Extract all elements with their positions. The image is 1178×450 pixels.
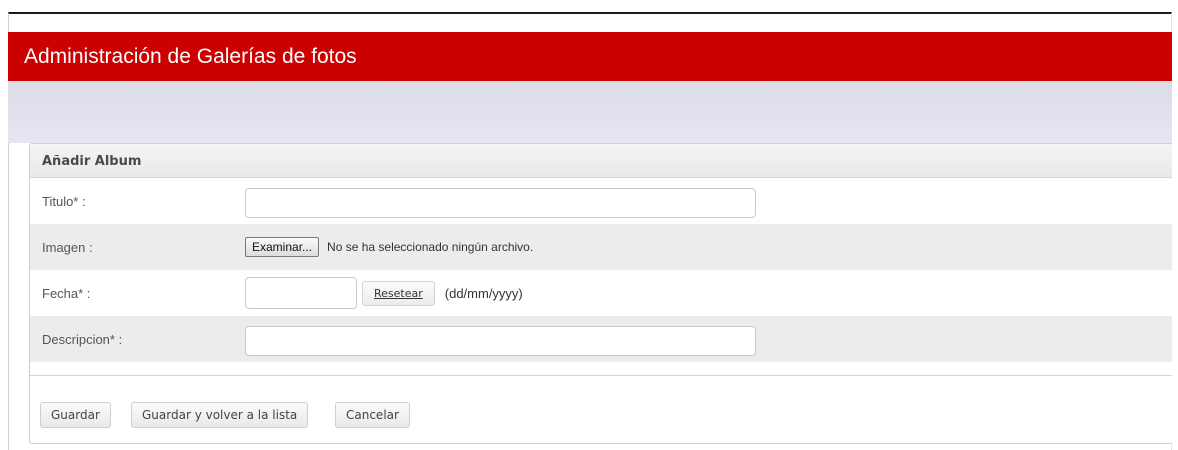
reset-date-button[interactable]: Resetear (362, 280, 435, 306)
descripcion-input[interactable] (245, 326, 756, 356)
cancel-button[interactable]: Cancelar (335, 402, 410, 428)
fecha-row: Fecha* : Resetear (dd/mm/yyyy) (30, 270, 1172, 316)
panel-header: Añadir Album (30, 144, 1172, 178)
page-title: Administración de Galerías de fotos (8, 32, 1172, 81)
titulo-row: Titulo* : (30, 178, 1172, 224)
descripcion-label: Descripcion* : (42, 331, 123, 347)
save-and-return-button[interactable]: Guardar y volver a la lista (131, 402, 309, 428)
date-format-hint: (dd/mm/yyyy) (444, 285, 523, 301)
browse-button[interactable]: Examinar... (245, 237, 320, 257)
add-album-panel: Añadir Album Titulo* : Imagen : Examinar… (29, 143, 1172, 444)
file-picker: Examinar... No se ha seleccionado ningún… (245, 224, 533, 270)
imagen-row: Imagen : Examinar... No se ha selecciona… (30, 224, 1172, 270)
date-field-group: Resetear (dd/mm/yyyy) (245, 270, 523, 316)
toolbar-band (8, 81, 1172, 143)
fecha-input[interactable] (245, 277, 357, 309)
file-status-text: No se ha seleccionado ningún archivo. (327, 240, 534, 254)
fecha-label: Fecha* : (42, 285, 91, 301)
form-actions: Guardar Guardar y volver a la lista Canc… (30, 375, 1172, 445)
descripcion-row: Descripcion* : (30, 316, 1172, 362)
titulo-input[interactable] (245, 188, 756, 218)
save-button[interactable]: Guardar (40, 402, 111, 428)
imagen-label: Imagen : (42, 239, 93, 255)
titulo-label: Titulo* : (42, 193, 86, 209)
